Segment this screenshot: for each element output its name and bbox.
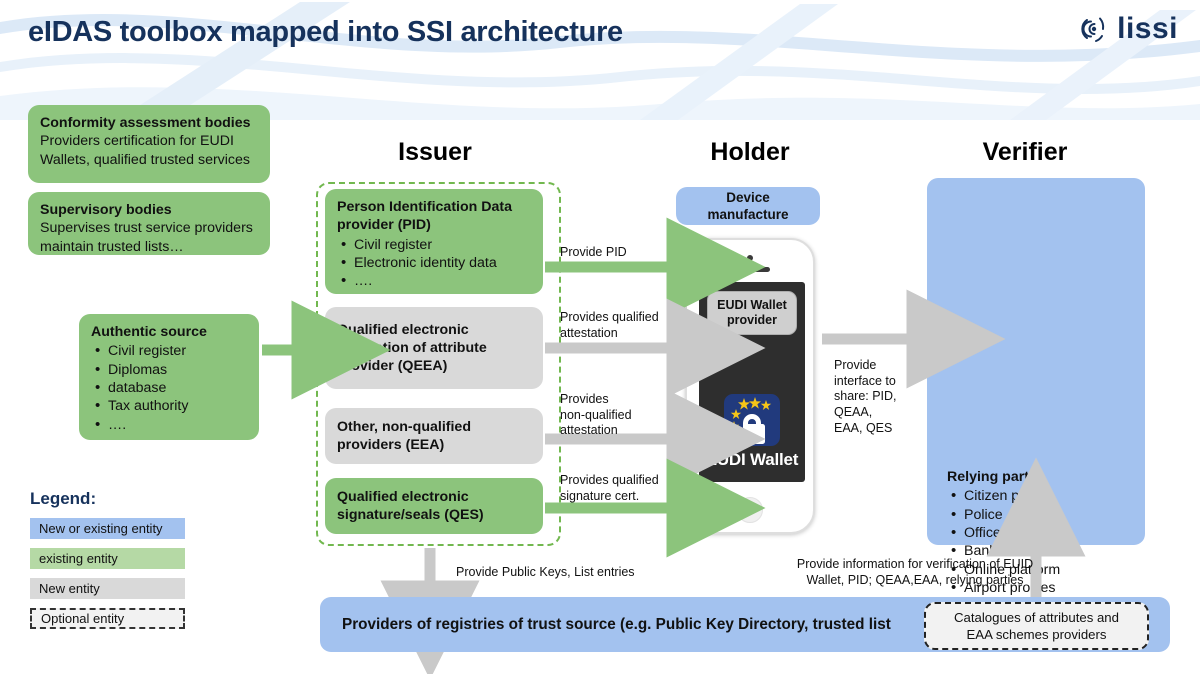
box-title: attestation of attribute — [337, 339, 487, 356]
list-item: Civil register — [341, 235, 531, 255]
box-title: Qualified electronic — [337, 488, 469, 505]
phone-speaker — [730, 267, 770, 272]
eudi-wallet-phone: EUDI Wallet provider EUDI Wallet — [684, 238, 815, 534]
label-qualified-attestation: Provides qualified attestation — [560, 310, 659, 341]
label-provide-pid: Provide PID — [560, 245, 627, 259]
box-line: Device — [726, 189, 770, 205]
label-line: Provide — [834, 358, 877, 372]
label-line: EAA, QES — [834, 420, 893, 435]
page-title: eIDAS toolbox mapped into SSI architectu… — [28, 16, 623, 48]
qes-provider-box: Qualified electronic signature/seals (QE… — [325, 478, 543, 534]
legend-item-new-or-existing: New or existing entity — [30, 518, 185, 539]
box-title: Conformity assessment bodies — [40, 115, 251, 131]
column-heading-issuer: Issuer — [398, 138, 472, 166]
column-heading-verifier: Verifier — [982, 138, 1068, 166]
fingerprint-icon — [1081, 17, 1105, 42]
box-title: provider (PID) — [337, 217, 431, 234]
box-line: EAA schemes providers — [966, 627, 1107, 642]
box-line: Catalogues of attributes and — [954, 609, 1119, 625]
list-item: Tax authority — [95, 396, 247, 416]
label-non-qualified-attestation: Provides non-qualified attestation — [560, 392, 632, 439]
label-line: non-qualified — [560, 407, 632, 422]
label-line: Provide information for verification of … — [796, 557, 1034, 571]
box-title: Qualified electronic — [337, 321, 469, 338]
diagram-canvas: eIDAS toolbox mapped into SSI architectu… — [0, 0, 1200, 674]
label-line: interface to — [834, 373, 896, 388]
box-line: manufacture — [707, 207, 789, 222]
pid-list: Civil register Electronic identity data … — [341, 235, 531, 291]
legend-item-existing: existing entity — [30, 548, 185, 569]
legend-item-new: New entity — [30, 578, 185, 599]
box-line: Supervises trust service providers — [40, 220, 253, 237]
label-verification-info: Provide information for verification of … — [790, 557, 1040, 588]
box-line: Providers certification for EUDI — [40, 133, 234, 150]
relying-party-box: Relying party Citizen portal Police Offi… — [927, 178, 1147, 598]
list-item: Police — [951, 505, 1147, 525]
phone-screen: EUDI Wallet provider EUDI Wallet — [699, 282, 805, 482]
list-item: Officer — [951, 523, 1147, 543]
box-line: EUDI Wallet — [717, 298, 787, 312]
supervisory-bodies-box: Supervisory bodies Supervises trust serv… — [28, 192, 270, 255]
logo-text: lissi — [1117, 12, 1178, 45]
box-line: maintain trusted lists… — [40, 238, 184, 255]
column-heading-holder: Holder — [710, 138, 790, 166]
pid-provider-box: Person Identification Data provider (PID… — [325, 189, 543, 294]
brand-logo: lissi — [1076, 12, 1178, 46]
list-item: Civil register — [95, 341, 247, 361]
catalogues-box: Catalogues of attributes and EAA schemes… — [924, 602, 1149, 650]
list-item: …. — [95, 415, 247, 435]
eudi-wallet-label: EUDI Wallet — [705, 450, 799, 469]
phone-volume-down-button — [684, 320, 687, 334]
eu-flag-padlock-icon — [724, 394, 780, 446]
label-line: share: PID, — [834, 389, 897, 404]
box-line: provider — [726, 313, 777, 327]
authentic-source-box: Authentic source Civil register Diplomas… — [79, 314, 259, 440]
qeea-provider-box: Qualified electronic attestation of attr… — [325, 307, 543, 389]
label-provide-interface: Provide interface to share: PID, QEAA, E… — [834, 358, 897, 436]
phone-home-button — [737, 497, 763, 523]
legend-title: Legend: — [30, 489, 97, 508]
eudi-wallet-provider-box: EUDI Wallet provider — [707, 291, 797, 335]
label-line: attestation — [560, 423, 618, 438]
box-title: provider (QEEA) — [337, 358, 448, 375]
box-title: Person Identification Data — [337, 199, 513, 215]
label-line: Provides qualified — [560, 473, 659, 487]
authentic-source-list: Civil register Diplomas database Tax aut… — [95, 341, 247, 435]
legend-item-optional: Optional entity — [30, 608, 185, 629]
list-item-continuation: database — [95, 378, 247, 398]
list-item: Diplomas — [95, 360, 247, 380]
box-title: signature/seals (QES) — [337, 507, 484, 523]
device-manufacture-box: Device manufacture — [676, 187, 820, 225]
label-line: QEAA, — [834, 404, 873, 419]
list-item: Citizen portal — [951, 486, 1147, 506]
box-line: Wallets, qualified trusted services — [40, 151, 251, 168]
box-title: Relying party — [947, 469, 1037, 485]
label-line: signature cert. — [560, 488, 640, 503]
label-line: Provides qualified — [560, 310, 659, 324]
eea-provider-box: Other, non-qualified providers (EEA) — [325, 408, 543, 464]
conformity-assessment-bodies-box: Conformity assessment bodies Providers c… — [28, 105, 270, 183]
phone-volume-up-button — [684, 298, 687, 312]
phone-silent-switch — [684, 342, 687, 356]
list-item: …. — [341, 271, 531, 291]
box-title: providers (EEA) — [337, 437, 445, 453]
box-title: Authentic source — [91, 324, 207, 340]
label-line: Provides — [560, 392, 609, 406]
label-line: Wallet, PID; QEAA,EAA, relying parties — [806, 572, 1024, 587]
label-public-keys: Provide Public Keys, List entries — [456, 565, 635, 579]
box-title: Other, non-qualified — [337, 418, 471, 435]
phone-camera-icon — [747, 255, 753, 261]
label-line: attestation — [560, 325, 618, 340]
phone-sensor — [717, 268, 721, 272]
label-qualified-signature: Provides qualified signature cert. — [560, 473, 659, 504]
list-item: Electronic identity data — [341, 253, 531, 273]
box-title: Supervisory bodies — [40, 202, 172, 218]
